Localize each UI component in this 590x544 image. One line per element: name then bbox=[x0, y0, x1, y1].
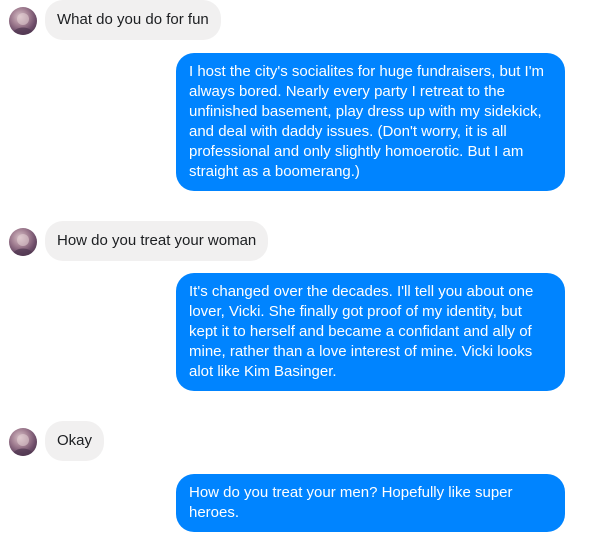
message-text: How do you treat your woman bbox=[57, 232, 257, 249]
message-line: heroes. bbox=[189, 504, 240, 521]
messenger-conversation: { "conversation": { "incoming": [ { "tex… bbox=[0, 0, 590, 544]
message-line: unfinished basement, play dress up with … bbox=[189, 103, 542, 120]
message-text: Okay bbox=[57, 432, 93, 449]
avatar-image bbox=[12, 13, 34, 35]
message-line: and deal with daddy issues. (Don't worry… bbox=[189, 123, 507, 140]
message-line: alot like Kim Basinger. bbox=[189, 363, 337, 380]
message-line: How do you treat your men? Hopefully lik… bbox=[189, 484, 513, 501]
message-line: lover, Vicki. She finally got proof of m… bbox=[189, 303, 522, 320]
message-line: mine, rather than a love interest of min… bbox=[189, 343, 533, 360]
avatar-image bbox=[12, 234, 34, 256]
message-line: kept it to herself and became a confidan… bbox=[189, 323, 532, 340]
contact-avatar-icon[interactable] bbox=[9, 7, 37, 35]
outgoing-message: It's changed over the decades. I'll tell… bbox=[176, 273, 565, 391]
incoming-message: What do you do for fun bbox=[45, 0, 221, 40]
message-line: It's changed over the decades. I'll tell… bbox=[189, 283, 534, 300]
incoming-message: Okay bbox=[45, 421, 105, 461]
message-line: professional and only slightly homoeroti… bbox=[189, 143, 524, 160]
outgoing-message: I host the city's socialites for huge fu… bbox=[176, 53, 565, 191]
message-line: straight as a boomerang.) bbox=[189, 163, 360, 180]
avatar-image bbox=[12, 434, 34, 456]
message-line: always bored. Nearly every party I retre… bbox=[189, 83, 505, 100]
outgoing-message: How do you treat your men? Hopefully lik… bbox=[176, 474, 565, 532]
incoming-message: How do you treat your woman bbox=[45, 221, 269, 261]
message-line: I host the city's socialites for huge fu… bbox=[189, 63, 545, 80]
message-text: What do you do for fun bbox=[57, 11, 209, 28]
contact-avatar-icon[interactable] bbox=[9, 228, 37, 256]
contact-avatar-icon[interactable] bbox=[9, 428, 37, 456]
